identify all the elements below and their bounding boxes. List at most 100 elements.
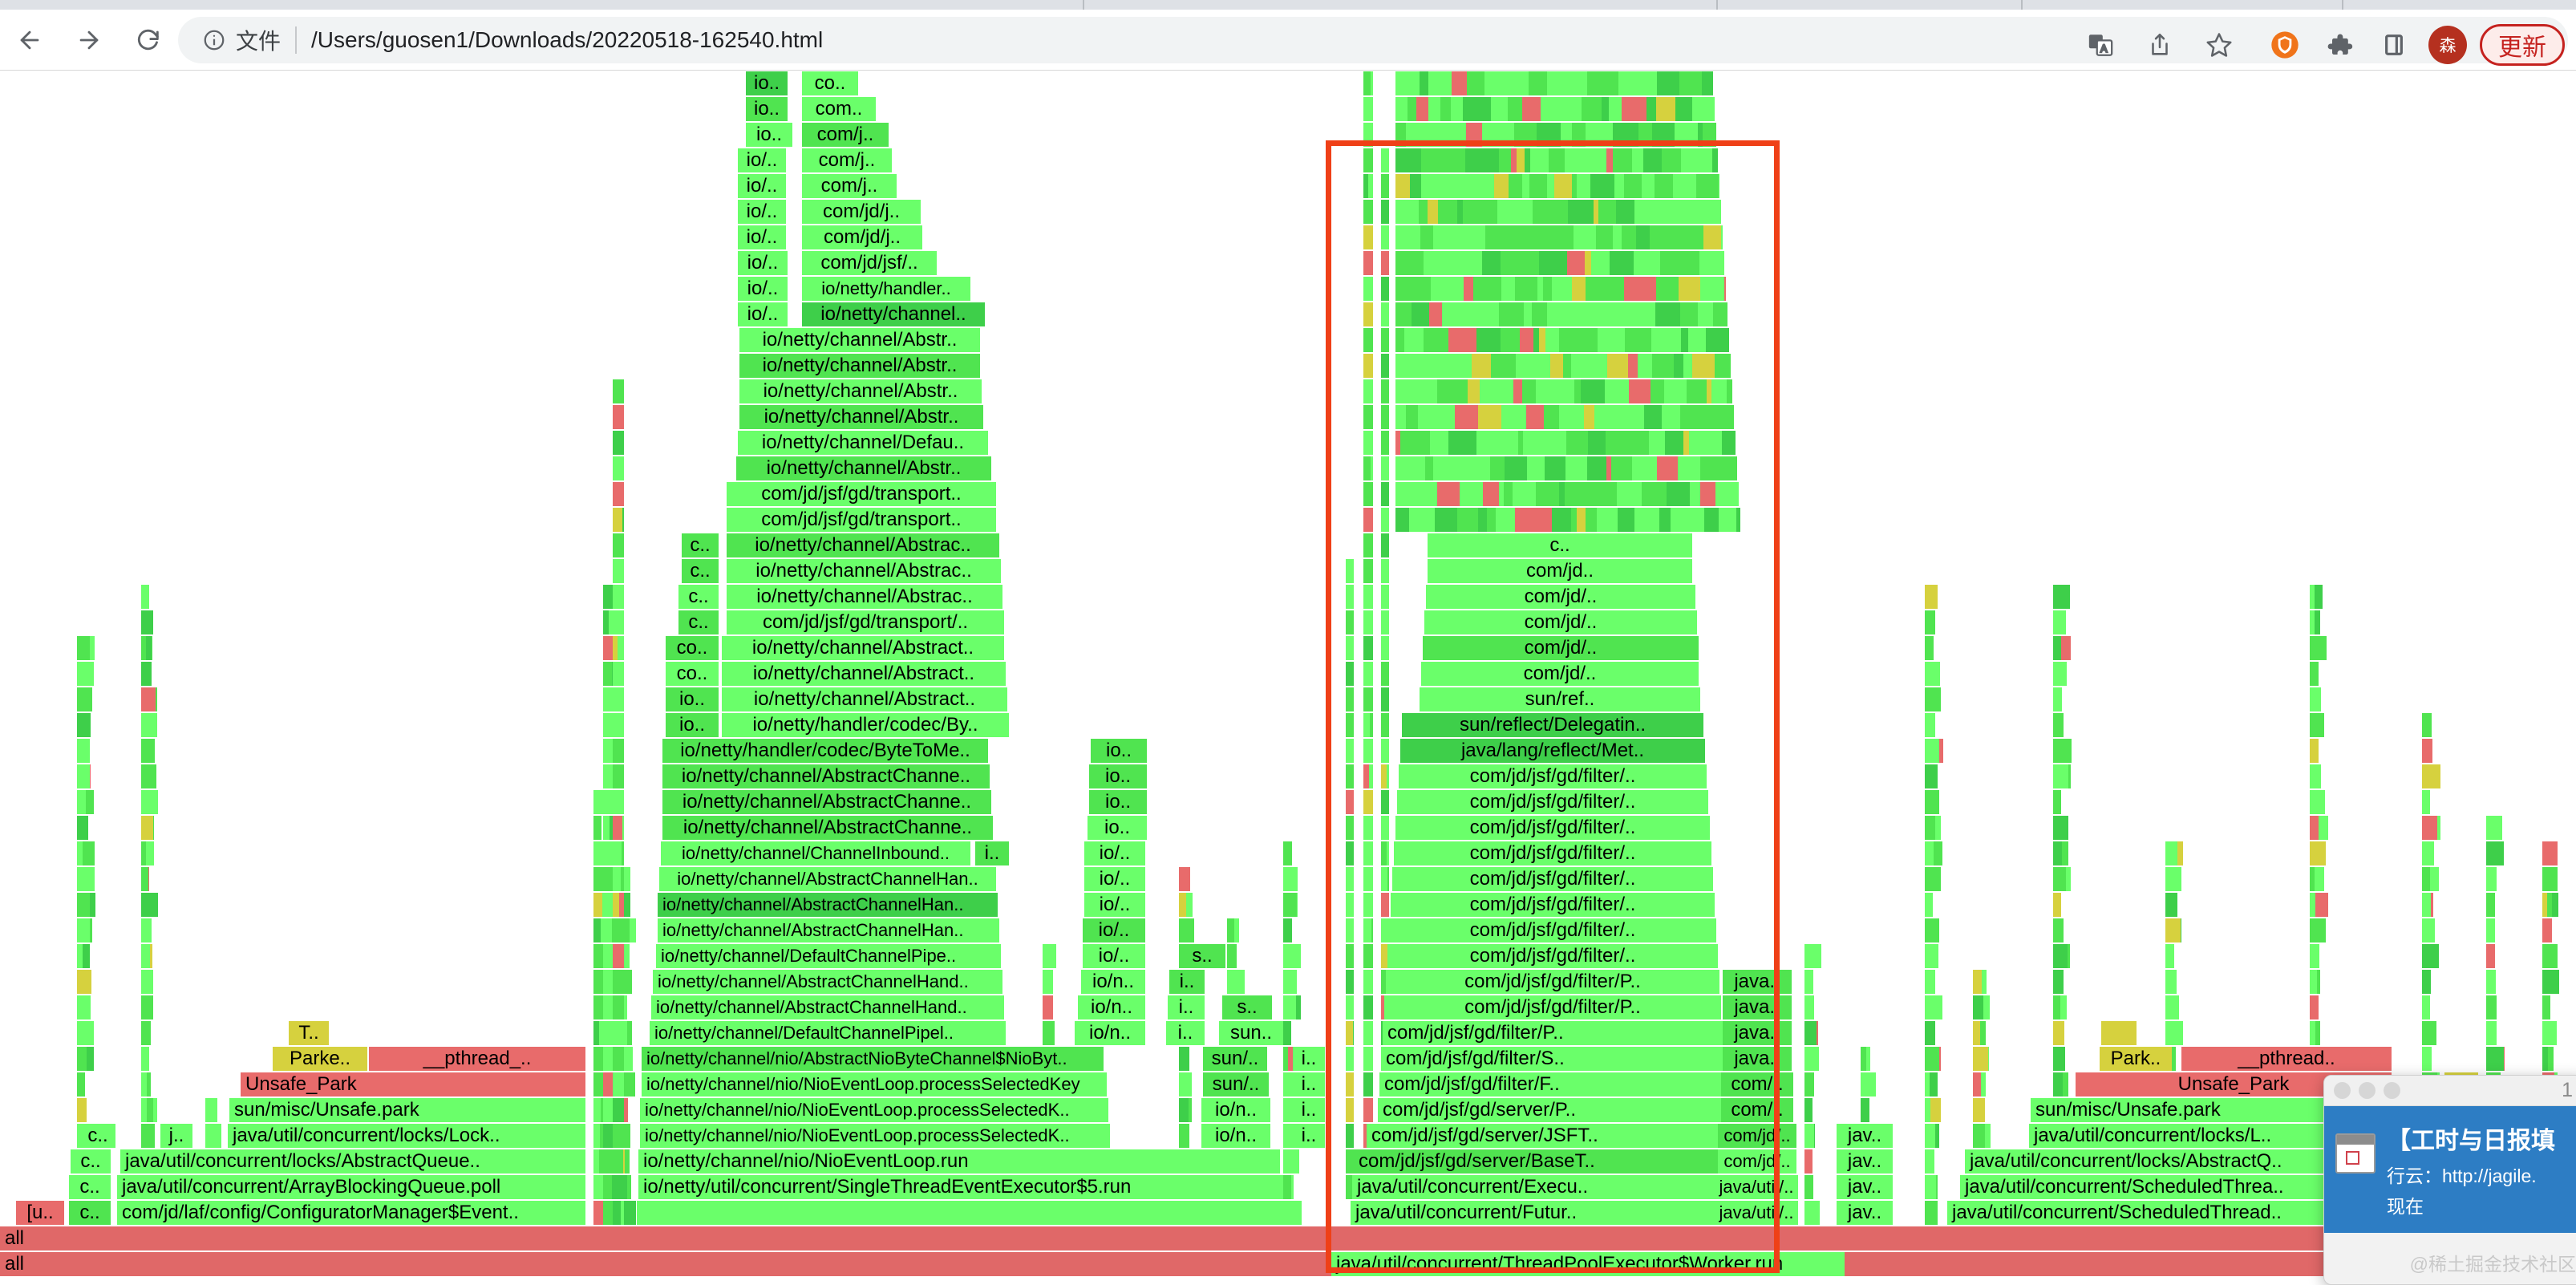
- flame-frame[interactable]: [1476, 328, 1501, 352]
- flame-frame[interactable]: [1642, 174, 1655, 198]
- flame-frame[interactable]: [1660, 225, 1679, 249]
- flame-frame[interactable]: c..: [678, 610, 719, 634]
- flame-frame[interactable]: [1406, 123, 1424, 147]
- flame-frame[interactable]: [1521, 123, 1537, 147]
- flame-frame[interactable]: [77, 918, 90, 942]
- flame-frame[interactable]: all: [0, 1226, 2576, 1251]
- flame-frame[interactable]: [1513, 482, 1536, 506]
- flame-frame[interactable]: [2053, 841, 2062, 865]
- flame-frame[interactable]: [1494, 174, 1509, 198]
- flame-frame[interactable]: [622, 508, 624, 532]
- side-panel-icon[interactable]: [2367, 22, 2420, 68]
- flame-frame[interactable]: [1381, 200, 1389, 224]
- flame-frame[interactable]: [77, 1021, 94, 1045]
- flame-frame[interactable]: [1598, 71, 1618, 95]
- flame-frame[interactable]: io/n..: [1201, 1098, 1270, 1122]
- flame-frame[interactable]: [2053, 636, 2061, 660]
- flame-frame[interactable]: [1381, 739, 1389, 763]
- flame-frame[interactable]: [83, 841, 95, 865]
- flame-frame[interactable]: [1624, 277, 1642, 301]
- flame-frame[interactable]: [1429, 302, 1442, 326]
- flame-root-frame[interactable]: all: [0, 1252, 2576, 1276]
- flame-frame[interactable]: java/util/concurrent/Futur..: [1351, 1201, 1727, 1225]
- flame-frame[interactable]: [1925, 662, 1940, 686]
- flame-frame[interactable]: [2310, 893, 2315, 917]
- flame-frame[interactable]: io/..: [1083, 918, 1145, 942]
- flame-frame[interactable]: c..: [80, 1124, 115, 1148]
- flame-frame[interactable]: [1363, 585, 1373, 609]
- flame-frame[interactable]: [1614, 328, 1625, 352]
- flame-frame[interactable]: [1804, 1175, 1813, 1199]
- flame-frame[interactable]: com/jd..: [1428, 559, 1692, 583]
- flame-frame[interactable]: [2062, 841, 2068, 865]
- flame-frame[interactable]: [1537, 123, 1561, 147]
- flame-frame[interactable]: com/j..: [802, 174, 897, 198]
- flame-frame[interactable]: [1381, 328, 1389, 352]
- flame-frame[interactable]: [1497, 97, 1508, 121]
- flame-frame[interactable]: [1503, 354, 1516, 378]
- flame-frame[interactable]: [1700, 482, 1715, 506]
- flame-frame[interactable]: [613, 867, 621, 891]
- flame-frame[interactable]: [613, 585, 624, 609]
- flame-frame[interactable]: [1925, 1021, 1935, 1045]
- flame-frame[interactable]: s..: [1222, 995, 1272, 1019]
- flame-frame[interactable]: io/netty/channel/Abstrac..: [727, 533, 999, 557]
- flame-frame[interactable]: [1363, 379, 1373, 403]
- flame-frame[interactable]: [1567, 251, 1585, 275]
- flame-frame[interactable]: [1702, 71, 1713, 95]
- flame-frame[interactable]: [1283, 944, 1298, 968]
- flame-frame[interactable]: io/netty/channel/AbstractChanne..: [662, 816, 993, 840]
- flame-frame[interactable]: [153, 816, 154, 840]
- flame-frame[interactable]: [1688, 328, 1706, 352]
- flame-frame[interactable]: [1690, 482, 1700, 506]
- flame-frame[interactable]: com/jd/jsf/gd/transport/..: [727, 610, 1004, 634]
- flame-frame[interactable]: [1416, 456, 1425, 480]
- flame-frame[interactable]: [1703, 123, 1716, 147]
- flame-frame[interactable]: [2486, 867, 2497, 891]
- macos-notification-window[interactable]: 1 【工时与日报填 行云：http://jagile. 现在 @稀土掘金技术社区: [2323, 1075, 2576, 1285]
- flame-frame[interactable]: [1644, 405, 1662, 429]
- flame-frame[interactable]: io/..: [1083, 944, 1145, 968]
- flame-frame[interactable]: [1346, 764, 1354, 788]
- flame-frame[interactable]: [593, 1124, 600, 1148]
- flame-frame[interactable]: T..: [289, 1021, 329, 1045]
- flame-frame[interactable]: [1480, 379, 1501, 403]
- flame-frame[interactable]: [1283, 970, 1297, 994]
- flame-frame[interactable]: [1476, 431, 1488, 455]
- bookmark-star-icon[interactable]: [2189, 22, 2249, 68]
- flame-frame[interactable]: [1715, 354, 1731, 378]
- flame-frame[interactable]: [153, 1098, 157, 1122]
- flame-frame[interactable]: [1549, 148, 1565, 172]
- flame-frame[interactable]: [1529, 71, 1547, 95]
- flame-frame[interactable]: [2310, 816, 2319, 840]
- flame-frame[interactable]: [1617, 482, 1642, 506]
- flame-frame[interactable]: [1861, 1072, 1866, 1097]
- flame-frame[interactable]: [2422, 841, 2434, 865]
- flame-frame[interactable]: [1346, 1098, 1354, 1122]
- flame-frame[interactable]: [2310, 918, 2326, 942]
- flame-frame[interactable]: [1346, 687, 1354, 711]
- flame-frame[interactable]: [1606, 148, 1613, 172]
- flame-frame[interactable]: [1501, 251, 1524, 275]
- flame-frame[interactable]: [141, 1124, 155, 1148]
- flame-frame[interactable]: [1363, 918, 1371, 942]
- flame-frame[interactable]: sun/misc/Unsafe.park: [229, 1098, 585, 1122]
- notification-body[interactable]: 【工时与日报填 行云：http://jagile. 现在: [2324, 1106, 2576, 1233]
- flame-frame[interactable]: [1536, 379, 1557, 403]
- flame-frame[interactable]: [1602, 97, 1609, 121]
- flame-frame[interactable]: [621, 1201, 624, 1225]
- flame-frame[interactable]: [2053, 713, 2064, 737]
- flame-frame[interactable]: [1381, 251, 1389, 275]
- flame-frame[interactable]: [1363, 148, 1373, 172]
- flame-frame[interactable]: [141, 867, 148, 891]
- flame-frame[interactable]: [1650, 225, 1660, 249]
- flame-frame[interactable]: [1973, 995, 1983, 1019]
- reload-button[interactable]: [119, 10, 178, 70]
- flame-frame[interactable]: [1381, 277, 1389, 301]
- flame-frame[interactable]: [2422, 1047, 2431, 1071]
- flame-frame[interactable]: [1659, 508, 1671, 532]
- flame-frame[interactable]: [1597, 482, 1617, 506]
- flame-frame[interactable]: [1518, 225, 1542, 249]
- flame-frame[interactable]: io/netty/handler/codec/ByteToMe..: [662, 739, 988, 763]
- flame-frame[interactable]: [2422, 816, 2437, 840]
